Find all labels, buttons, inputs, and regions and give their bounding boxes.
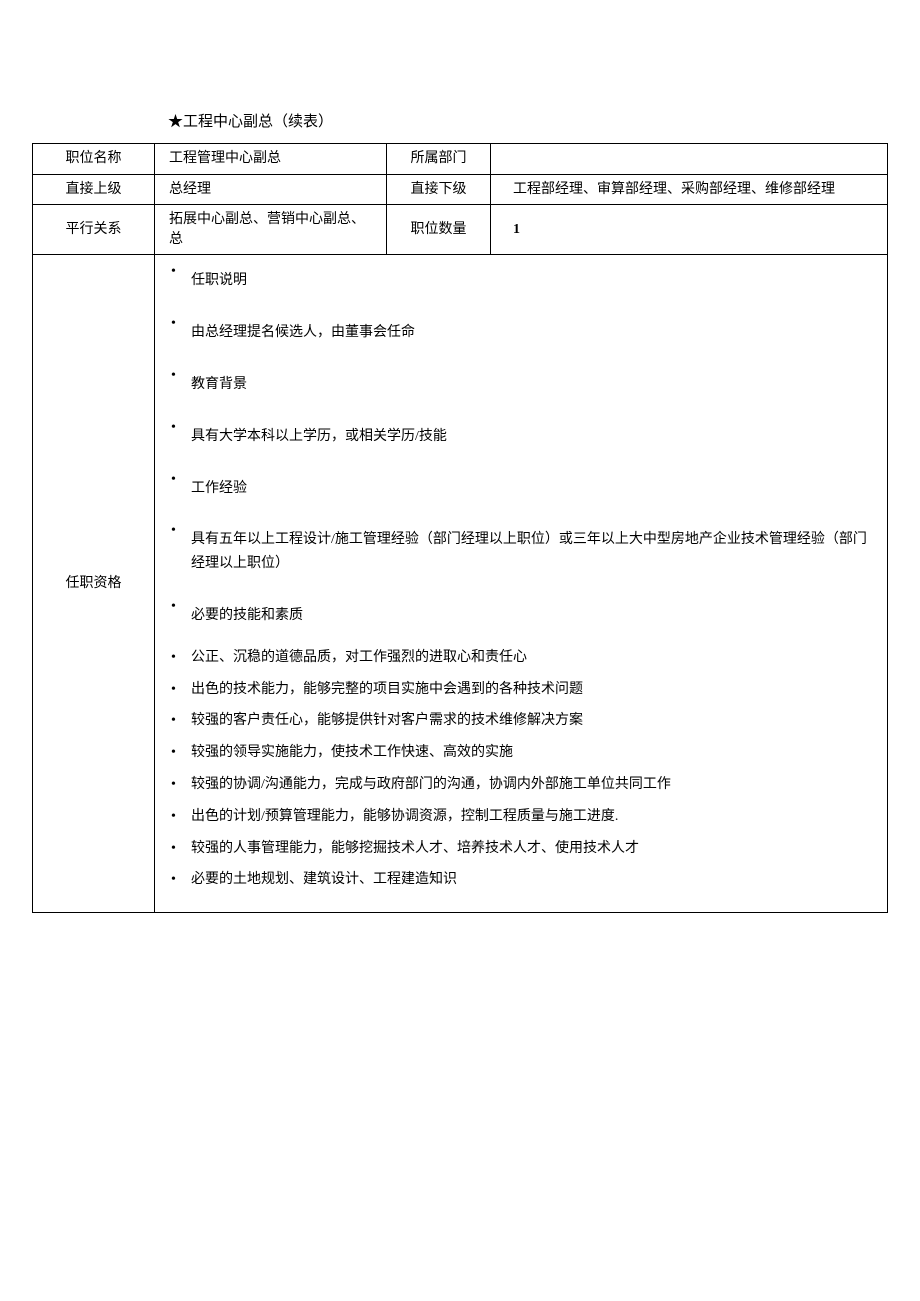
list-item: 较强的客户责任心，能够提供针对客户需求的技术维修解决方案 [163, 705, 877, 737]
label-position-name: 职位名称 [33, 144, 155, 175]
value-position-name: 工程管理中心副总 [155, 144, 387, 175]
qualification-list: 任职说明由总经理提名候选人，由董事会任命教育背景具有大学本科以上学历，或相关学历… [163, 255, 877, 896]
list-item: 必要的土地规划、建筑设计、工程建造知识 [163, 864, 877, 896]
label-department: 所属部门 [387, 144, 491, 175]
list-item: 工作经验 [163, 463, 877, 515]
list-item: 较强的协调/沟通能力，完成与政府部门的沟通，协调内外部施工单位共同工作 [163, 769, 877, 801]
list-item: 由总经理提名候选人，由董事会任命 [163, 307, 877, 359]
value-direct-subordinate: 工程部经理、审算部经理、采购部经理、维修部经理 [491, 174, 888, 205]
qualification-body: 任职说明由总经理提名候选人，由董事会任命教育背景具有大学本科以上学历，或相关学历… [155, 255, 888, 913]
page-title: ★工程中心副总（续表） [168, 110, 888, 131]
list-item: 公正、沉稳的道德品质，对工作强烈的进取心和责任心 [163, 642, 877, 674]
list-item: 出色的计划/预算管理能力，能够协调资源，控制工程质量与施工进度. [163, 801, 877, 833]
list-item: 任职说明 [163, 255, 877, 307]
job-spec-table: 职位名称 工程管理中心副总 所属部门 直接上级 总经理 直接下级 工程部经理、审… [32, 143, 888, 913]
table-row: 直接上级 总经理 直接下级 工程部经理、审算部经理、采购部经理、维修部经理 [33, 174, 888, 205]
table-row: 平行关系 拓展中心副总、营销中心副总、总 职位数量 1 [33, 205, 888, 255]
label-qualification: 任职资格 [33, 255, 155, 913]
value-direct-superior: 总经理 [155, 174, 387, 205]
label-parallel-relation: 平行关系 [33, 205, 155, 255]
value-department [491, 144, 888, 175]
label-position-count: 职位数量 [387, 205, 491, 255]
label-direct-subordinate: 直接下级 [387, 174, 491, 205]
value-position-count: 1 [491, 205, 888, 255]
list-item: 具有五年以上工程设计/施工管理经验（部门经理以上职位）或三年以上大中型房地产企业… [163, 514, 877, 590]
label-direct-superior: 直接上级 [33, 174, 155, 205]
list-item: 较强的领导实施能力，使技术工作快速、高效的实施 [163, 737, 877, 769]
list-item: 教育背景 [163, 359, 877, 411]
list-item: 较强的人事管理能力，能够挖掘技术人才、培养技术人才、使用技术人才 [163, 833, 877, 865]
table-row: 任职资格 任职说明由总经理提名候选人，由董事会任命教育背景具有大学本科以上学历，… [33, 255, 888, 913]
list-item: 出色的技术能力，能够完整的项目实施中会遇到的各种技术问题 [163, 674, 877, 706]
list-item: 必要的技能和素质 [163, 590, 877, 642]
value-parallel-relation: 拓展中心副总、营销中心副总、总 [155, 205, 387, 255]
table-row: 职位名称 工程管理中心副总 所属部门 [33, 144, 888, 175]
list-item: 具有大学本科以上学历，或相关学历/技能 [163, 411, 877, 463]
